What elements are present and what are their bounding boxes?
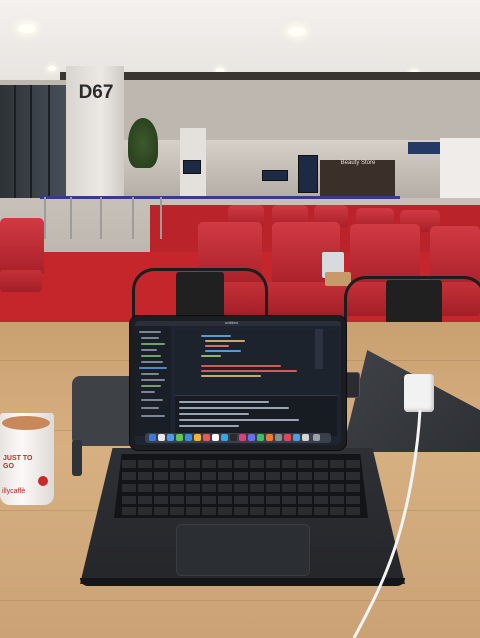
red-seat — [0, 270, 42, 292]
terminal-icon — [230, 434, 237, 441]
code-line — [205, 340, 245, 342]
ceiling-light — [288, 27, 306, 36]
window-mullion — [14, 85, 16, 200]
terminal-line — [179, 407, 289, 409]
red-seat — [0, 218, 44, 274]
app-icon — [257, 434, 264, 441]
cup-brand: illycaffè — [2, 488, 26, 495]
vscode-icon — [221, 434, 228, 441]
window-mullion — [30, 85, 32, 200]
editor-title: untitled — [225, 321, 238, 325]
launchpad-icon — [158, 434, 165, 441]
trackpad — [176, 524, 310, 576]
barrier-post — [160, 197, 162, 239]
code-line — [205, 345, 229, 347]
key-row — [122, 507, 360, 515]
safari-icon — [167, 434, 174, 441]
key-row — [122, 460, 360, 468]
explorer-line — [141, 385, 161, 387]
minimap — [315, 329, 323, 369]
direction-sign — [408, 142, 444, 154]
departure-screen — [262, 170, 288, 181]
key-row — [122, 484, 360, 492]
plant — [128, 118, 158, 168]
laptop-display: untitled — [135, 321, 341, 445]
explorer-line — [141, 373, 159, 375]
code-line — [201, 365, 281, 367]
app-icon — [248, 434, 255, 441]
messages-icon — [176, 434, 183, 441]
sleeve-strap — [72, 440, 82, 476]
mail-icon — [185, 434, 192, 441]
app-icon — [302, 434, 309, 441]
code-editor — [175, 329, 337, 395]
terminal-line — [179, 419, 299, 421]
explorer-line — [141, 355, 161, 357]
queue-barrier — [40, 196, 400, 199]
cup-logo-icon — [38, 476, 48, 486]
explorer-line — [141, 361, 163, 363]
black-chair-back — [176, 272, 224, 318]
explorer-line — [141, 391, 155, 393]
explorer-line — [141, 349, 157, 351]
advert-screen — [298, 155, 318, 193]
settings-icon — [275, 434, 282, 441]
notes-icon — [194, 434, 201, 441]
windows — [0, 85, 70, 200]
gate-sign: D67 — [78, 82, 114, 103]
app-icon — [284, 434, 291, 441]
explorer-line — [141, 407, 159, 409]
terminal-line — [179, 425, 239, 427]
cup-slogan: JUST TO GO — [3, 455, 33, 470]
explorer-line — [141, 399, 163, 401]
finder-icon — [149, 434, 156, 441]
key-row — [122, 496, 360, 504]
code-line — [205, 350, 241, 352]
explorer-line — [141, 379, 165, 381]
code-line — [201, 375, 261, 377]
trash-icon — [313, 434, 320, 441]
terminal-line — [179, 401, 269, 403]
explorer-line — [141, 415, 165, 417]
paper-bag — [325, 272, 351, 286]
photos-icon — [212, 434, 219, 441]
barrier-post — [70, 197, 72, 239]
explorer-line — [139, 331, 161, 333]
ceiling-light — [48, 66, 56, 71]
code-line — [201, 370, 297, 372]
app-icon — [266, 434, 273, 441]
key-row — [122, 472, 360, 480]
app-icon — [293, 434, 300, 441]
departure-screen — [183, 160, 201, 174]
explorer-line — [141, 343, 165, 345]
explorer-line — [139, 367, 167, 369]
shop-sign: Beauty Store — [340, 160, 376, 166]
barrier-post — [100, 197, 102, 239]
music-icon — [239, 434, 246, 441]
barrier-post — [44, 197, 46, 239]
airport-lounge-photo: D67 Beauty Store JUST TO GO illycaffè un… — [0, 0, 480, 638]
barrier-post — [132, 197, 134, 239]
terminal-line — [179, 413, 249, 415]
usb-charger — [404, 374, 434, 412]
calendar-icon — [203, 434, 210, 441]
code-line — [201, 335, 231, 337]
explorer-line — [141, 337, 159, 339]
coffee — [2, 416, 50, 430]
ceiling-light — [18, 24, 36, 33]
window-mullion — [48, 85, 50, 200]
charging-cable — [352, 409, 422, 638]
code-line — [201, 355, 221, 357]
